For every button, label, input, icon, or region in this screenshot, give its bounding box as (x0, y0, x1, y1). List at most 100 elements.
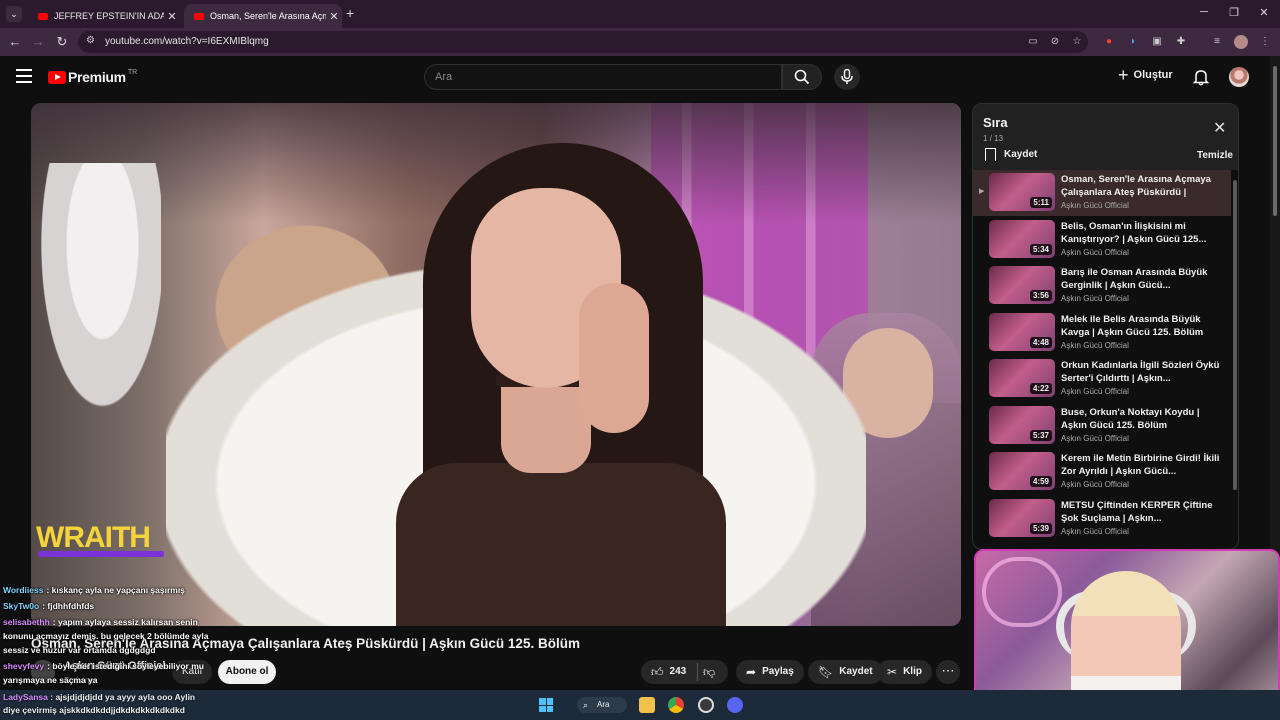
playlist-item-title: Melek ile Belis Arasında Büyük Kavga | A… (1061, 313, 1204, 338)
video-player[interactable] (31, 103, 961, 626)
puzzle-icon[interactable]: ✚ (1174, 35, 1188, 49)
discord-icon[interactable] (727, 697, 743, 713)
bookmark-icon (985, 148, 996, 161)
playlist-item-channel: Aşkın Gücü Official (1061, 387, 1129, 396)
create-label: Oluştur (1133, 69, 1173, 81)
playlist-header: Sıra 1 / 13 ✕ Kaydet Temizle (973, 104, 1238, 170)
dislike-button[interactable]: 👎︎ (703, 665, 715, 680)
install-icon[interactable]: ▭ (1026, 35, 1040, 49)
save-button[interactable]: 🔖︎ Kaydet (808, 660, 883, 684)
neon-sign (982, 557, 1062, 627)
chat-text: : fjdhhfdhfds (42, 601, 95, 611)
share-arrow-icon: ➦ (746, 665, 757, 679)
windows-start-icon[interactable] (539, 698, 553, 712)
notifications-bell-icon[interactable] (1192, 68, 1210, 86)
chat-username: LadySansa (3, 692, 48, 702)
chat-username: shevyfevy (3, 661, 45, 671)
like-divider (697, 663, 698, 681)
youtube-premium-logo[interactable]: Premium TR (48, 69, 137, 85)
profile-avatar-icon[interactable] (1234, 35, 1248, 49)
overlay-brand-logo: WRAITH (36, 521, 151, 554)
video-duration: 5:37 (1029, 429, 1052, 441)
video-thumbnail: 3:56 (989, 266, 1055, 304)
youtube-header: Premium TR Ara + Oluştur (0, 56, 1270, 100)
new-tab-button[interactable]: + (346, 5, 354, 21)
search-input[interactable]: Ara (424, 64, 782, 90)
white-teddy-bear (31, 163, 161, 433)
playlist-save-button[interactable]: Kaydet (985, 148, 1037, 161)
chat-username: SkyTw0o (3, 601, 40, 611)
close-window-icon[interactable]: ✕ (1254, 6, 1274, 19)
logo-text: Premium (68, 69, 126, 85)
video-duration: 5:34 (1029, 243, 1052, 255)
search-button[interactable] (782, 64, 822, 90)
video-thumbnail: 4:48 (989, 312, 1055, 351)
playlist-item[interactable]: 3:56 Barış ile Osman Arasında Büyük Gergi… (973, 263, 1231, 309)
playlist-position: 1 / 13 (983, 134, 1004, 143)
playlist-item[interactable]: 4:59 Kerem ile Metin Birbirine Girdi! İki… (973, 449, 1231, 495)
restore-icon[interactable]: ❐ (1224, 6, 1244, 19)
chat-message: SkyTw0o: fjdhhfdhfds (3, 599, 94, 614)
extension-icon[interactable]: ▣ (1150, 35, 1164, 49)
subscribe-button[interactable]: Abone ol (218, 660, 276, 684)
playlist-title: Sıra (983, 115, 1008, 130)
tab-close-icon[interactable]: ✕ (326, 10, 342, 23)
tab-epstein[interactable]: JEFFREY EPSTEIN'IN ADASINA S ✕ (28, 4, 180, 28)
country-code: TR (127, 68, 138, 76)
playlist-panel: Sıra 1 / 13 ✕ Kaydet Temizle ▶ 5:11 Osman,… (972, 103, 1239, 550)
bookmark-star-icon[interactable]: ☆ (1070, 35, 1084, 49)
create-button[interactable]: + Oluştur (1118, 65, 1173, 85)
forward-icon[interactable]: → (30, 35, 46, 49)
tab-label: Osman, Seren'le Arasına Açmaya (210, 11, 326, 21)
plus-icon: + (1118, 65, 1129, 85)
playlist-item[interactable]: 5:37 Buse, Orkun'a Noktayı Koydu | Aşkın … (973, 403, 1231, 449)
eye-off-icon[interactable]: ⊘ (1048, 35, 1062, 49)
extension-red-icon[interactable]: ● (1102, 35, 1116, 49)
address-bar[interactable]: ⚙ youtube.com/watch?v=I6EXMIBlqmg ▭ ⊘ ☆ (78, 31, 1088, 53)
playlist-item[interactable]: ▶ 5:11 Osman, Seren'le Arasına Açmaya Çalı… (973, 170, 1231, 216)
scissors-icon: ✂ (887, 665, 898, 679)
voice-search-button[interactable] (834, 64, 860, 90)
reload-icon[interactable]: ↻ (54, 35, 70, 49)
video-thumbnail: 5:34 (989, 219, 1055, 258)
playlist-clear-button[interactable]: Temizle (1197, 150, 1233, 161)
reading-list-icon[interactable]: ≡ (1210, 35, 1224, 49)
search-icon (794, 69, 810, 85)
video-duration: 4:59 (1029, 476, 1052, 487)
tab-search-icon[interactable]: ⌄ (6, 6, 22, 22)
site-info-icon[interactable]: ⚙ (86, 35, 95, 46)
chrome-icon[interactable] (668, 697, 684, 713)
tab-current-video[interactable]: Osman, Seren'le Arasına Açmaya ✕ (184, 4, 342, 28)
obs-icon[interactable] (698, 697, 714, 713)
tab-label: JEFFREY EPSTEIN'IN ADASINA S (54, 11, 164, 21)
playlist-item[interactable]: 5:34 Belis, Osman'ın İlişkisini mi Kanışt… (973, 217, 1231, 263)
chat-message: selisabethh: yapım aylaya sessiz kalırsa… (3, 615, 198, 630)
minimize-icon[interactable]: ─ (1194, 6, 1214, 18)
chat-message: yarışmaya ne saçma ya (3, 673, 98, 688)
tab-close-icon[interactable]: ✕ (164, 10, 180, 23)
close-playlist-icon[interactable]: ✕ (1213, 118, 1226, 138)
playlist-item[interactable]: 5:39 METSU Çiftinden KERPER Çiftine Şok S… (973, 496, 1231, 542)
playlist-item[interactable]: 4:22 Orkun Kadınlarla İlgili Sözleri Öykü… (973, 356, 1231, 402)
bookmark-icon: 🔖︎ (818, 665, 834, 679)
taskbar-search[interactable]: ⌕ Ara (577, 697, 627, 713)
share-button[interactable]: ➦ Paylaş (736, 660, 804, 684)
file-explorer-icon[interactable] (639, 697, 655, 713)
playlist-item-channel: Aşkın Gücü Official (1061, 526, 1129, 536)
playlist-scrollbar[interactable] (1232, 170, 1237, 549)
clip-button[interactable]: ✂ Klip (877, 660, 932, 684)
chat-text: : ajsjdjdjdjdd ya ayyy ayla ooo Aylin (50, 692, 196, 702)
chat-text-continued: diye çevirmiş ajskkdkdkddjjdkdkdkkdkdkdk… (3, 705, 185, 715)
hamburger-menu-icon[interactable] (16, 69, 32, 87)
playlist-item-title: Belis, Osman'ın İlişkisini mi Kanıştırıy… (1061, 220, 1207, 245)
chat-message: shevyfevy: böyle her istediğini söyleyeb… (3, 659, 204, 674)
playlist-item-channel: Aşkın Gücü Official (1061, 340, 1129, 350)
account-avatar[interactable] (1229, 67, 1249, 87)
video-duration: 5:11 (1030, 197, 1052, 208)
playlist-item-title: Buse, Orkun'a Noktayı Koydu | Aşkın Gücü… (1061, 406, 1200, 431)
extension-blue-icon[interactable]: ◗ (1126, 35, 1140, 49)
browser-menu-icon[interactable]: ⋮ (1258, 35, 1272, 49)
playlist-item[interactable]: 4:48 Melek ile Belis Arasında Büyük Kavga… (973, 310, 1231, 356)
back-icon[interactable]: ← (7, 35, 23, 49)
more-actions-icon[interactable]: ⋯ (936, 660, 960, 684)
